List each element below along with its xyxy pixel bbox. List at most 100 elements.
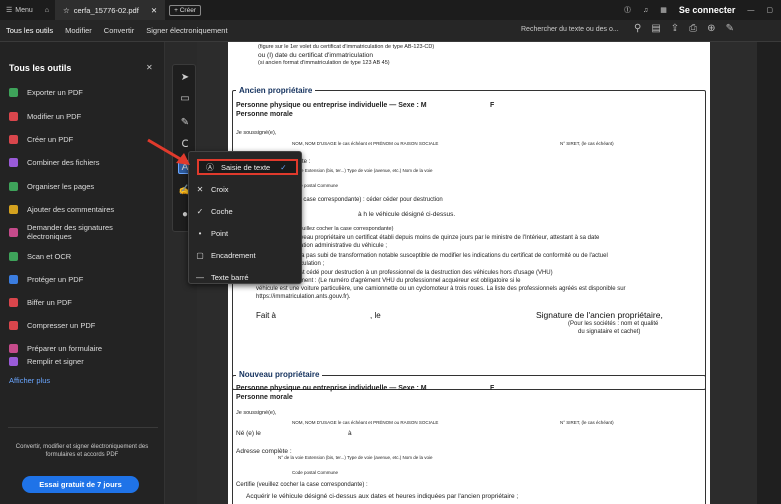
print-icon[interactable]: ⎙ [689,23,697,34]
text-field-icon: Ⓐ [206,162,214,172]
maximize-icon[interactable]: ▢ [766,6,773,14]
menu-item-cross[interactable]: ✕ Croix [189,181,303,197]
doc-text: is au nouveau propriétaire un certificat… [276,235,600,241]
doc-text: éhicule est cédé pour destruction à un p… [276,270,553,276]
close-icon[interactable]: ✕ [146,63,153,72]
menu-item-check[interactable]: ✓ Coche [189,203,303,219]
doc-text: N° de la voie Extension (bis, ter...) Ty… [278,455,433,460]
sidebar-title: Tous les outils [9,63,72,73]
doc-text: Acquérir le véhicule désigné ci-dessus a… [246,493,519,500]
scan-ocr-icon [9,252,18,261]
check-icon: ✓ [196,206,204,216]
doc-text: Code postal Commune [292,470,339,475]
fill-sign-icon [9,357,18,366]
section-title: Nouveau propriétaire [236,370,323,379]
doc-text: Je soussigné(e), [236,410,277,416]
hamburger-icon: ☰ [6,7,13,14]
promo-text: Convertir, modifier et signer électroniq… [15,444,149,458]
sidebar-item-signatures[interactable]: Demander des signatures électroniques [27,223,147,241]
sidebar-item-export[interactable]: Exporter un PDF [27,88,83,97]
doc-text: éhicule n'a pas subi de transformation n… [276,253,608,259]
compress-icon [9,321,18,330]
doc-text: (Pour les sociétés : nom et qualité [568,321,659,327]
fill-sign-context-menu: Ⓐ Saisie de texte ✓ ✕ Croix ✓ Coche • Po… [188,151,302,284]
page-view-icon[interactable]: ▤ [651,23,660,34]
sidebar-item-organize[interactable]: Organiser les pages [27,182,94,191]
main-toolbar: Tous les outils Modifier Convertir Signe… [0,20,781,42]
zoom-icon[interactable]: ⊕ [707,23,715,34]
pencil-icon[interactable]: ✎ [178,116,192,130]
sign-in-button[interactable]: Se connecter [679,5,736,15]
menu-all-tools[interactable]: Tous les outils [0,26,59,35]
doc-text: ou (I) date du certificat d'immatriculat… [258,52,374,59]
menu-item-text-entry[interactable]: Ⓐ Saisie de texte ✓ [197,159,298,175]
doc-text: à h le véhicule désigné ci-dessus. [358,211,456,218]
menu-sign[interactable]: Signer électroniquement [140,26,233,35]
sidebar-item-protect[interactable]: Protéger un PDF [27,275,83,284]
doc-text: Né (e) le [236,430,261,437]
select-cursor-icon[interactable]: ➤ [178,71,192,85]
doc-text: n° d'agrément : (Le numéro d'agrément VH… [276,278,521,284]
menu-item-point[interactable]: • Point [189,225,303,241]
menu-item-strikethrough[interactable]: — Texte barré [189,269,303,285]
divider [8,427,158,428]
share-icon[interactable]: ⇪ [671,23,679,34]
star-icon[interactable]: ☆ [63,6,70,15]
edit-icon[interactable]: ✎ [726,23,734,34]
doc-text: Personne physique ou entreprise individu… [236,102,427,109]
combine-files-icon [9,158,18,167]
draw-icon[interactable]: Ⅽ [178,138,192,152]
doc-text: N° SIRET, (le cas échéant) [560,141,614,146]
doc-text: Adresse complète : [236,448,292,455]
apps-icon[interactable]: ▦ [660,6,667,14]
search-field[interactable]: Rechercher du texte ou des o... [521,26,619,33]
menu-modify[interactable]: Modifier [59,26,98,35]
close-tab-icon[interactable]: ✕ [151,6,157,15]
home-icon: ⌂ [44,6,50,14]
doc-text: Fait à [256,311,277,320]
sidebar-item-compress[interactable]: Compresser un PDF [27,321,95,330]
notification-icon[interactable]: ♫ [643,7,648,14]
document-tab[interactable]: ☆ cerfa_15776-02.pdf ✕ [55,0,166,20]
section-title: Ancien propriétaire [236,86,316,95]
sidebar-item-form[interactable]: Préparer un formulaire [27,344,102,353]
sidebar-item-create[interactable]: Créer un PDF [27,135,73,144]
create-pdf-icon [9,135,18,144]
cross-icon: ✕ [196,184,204,194]
help-icon[interactable]: ⓵ [624,5,631,15]
edit-pdf-icon [9,112,18,121]
sidebar-item-comments[interactable]: Ajouter des commentaires [27,205,114,214]
box-icon: ▢ [196,250,204,260]
checkmark-icon: ✓ [280,162,287,172]
doc-text: https://immatriculation.ants.gouv.fr). [256,294,351,300]
show-more-link[interactable]: Afficher plus [9,376,50,385]
create-button[interactable]: + Créer [169,4,201,16]
sidebar-item-fill-sign[interactable]: Remplir et signer [27,357,84,366]
doc-text: à [348,430,352,437]
title-bar: ☰ Menu ⌂ ☆ cerfa_15776-02.pdf ✕ + Créer ⓵ ♫… [0,0,781,20]
menu-item-box[interactable]: ▢ Encadrement [189,247,303,263]
comment-icon[interactable]: ▭ [178,92,192,106]
tools-sidebar: Tous les outils ✕ Exporter un PDF Modifi… [0,42,165,504]
menu-convert[interactable]: Convertir [98,26,140,35]
doc-text: Personne morale [236,111,293,118]
sidebar-item-combine[interactable]: Combiner des fichiers [27,158,100,167]
doc-text: N° SIRET, (le cas échéant) [560,420,614,425]
doc-text: NOM, NOM D'USAGE le cas échéant et PRÉNO… [292,141,439,146]
request-signature-icon [9,228,18,237]
protect-icon [9,275,18,284]
home-button[interactable]: ⌂ [39,0,55,20]
doc-text: , le [370,311,381,320]
comment-icon [9,205,18,214]
doc-text: Certifie (veuillez cocher la case corres… [236,482,368,488]
search-icon[interactable]: ⚲ [634,23,641,34]
menu-button[interactable]: ☰ Menu [0,0,39,20]
doc-text: F [490,102,495,109]
sidebar-item-modify[interactable]: Modifier un PDF [27,112,81,121]
minimize-icon[interactable]: — [747,7,754,14]
sidebar-item-scan[interactable]: Scan et OCR [27,252,71,261]
doc-text: Personne physique ou entreprise individu… [236,385,427,392]
free-trial-button[interactable]: Essai gratuit de 7 jours [22,476,139,493]
sidebar-item-redact[interactable]: Biffer un PDF [27,298,72,307]
doc-text: NOM, NOM D'USAGE le cas échéant et PRÉNO… [292,420,439,425]
